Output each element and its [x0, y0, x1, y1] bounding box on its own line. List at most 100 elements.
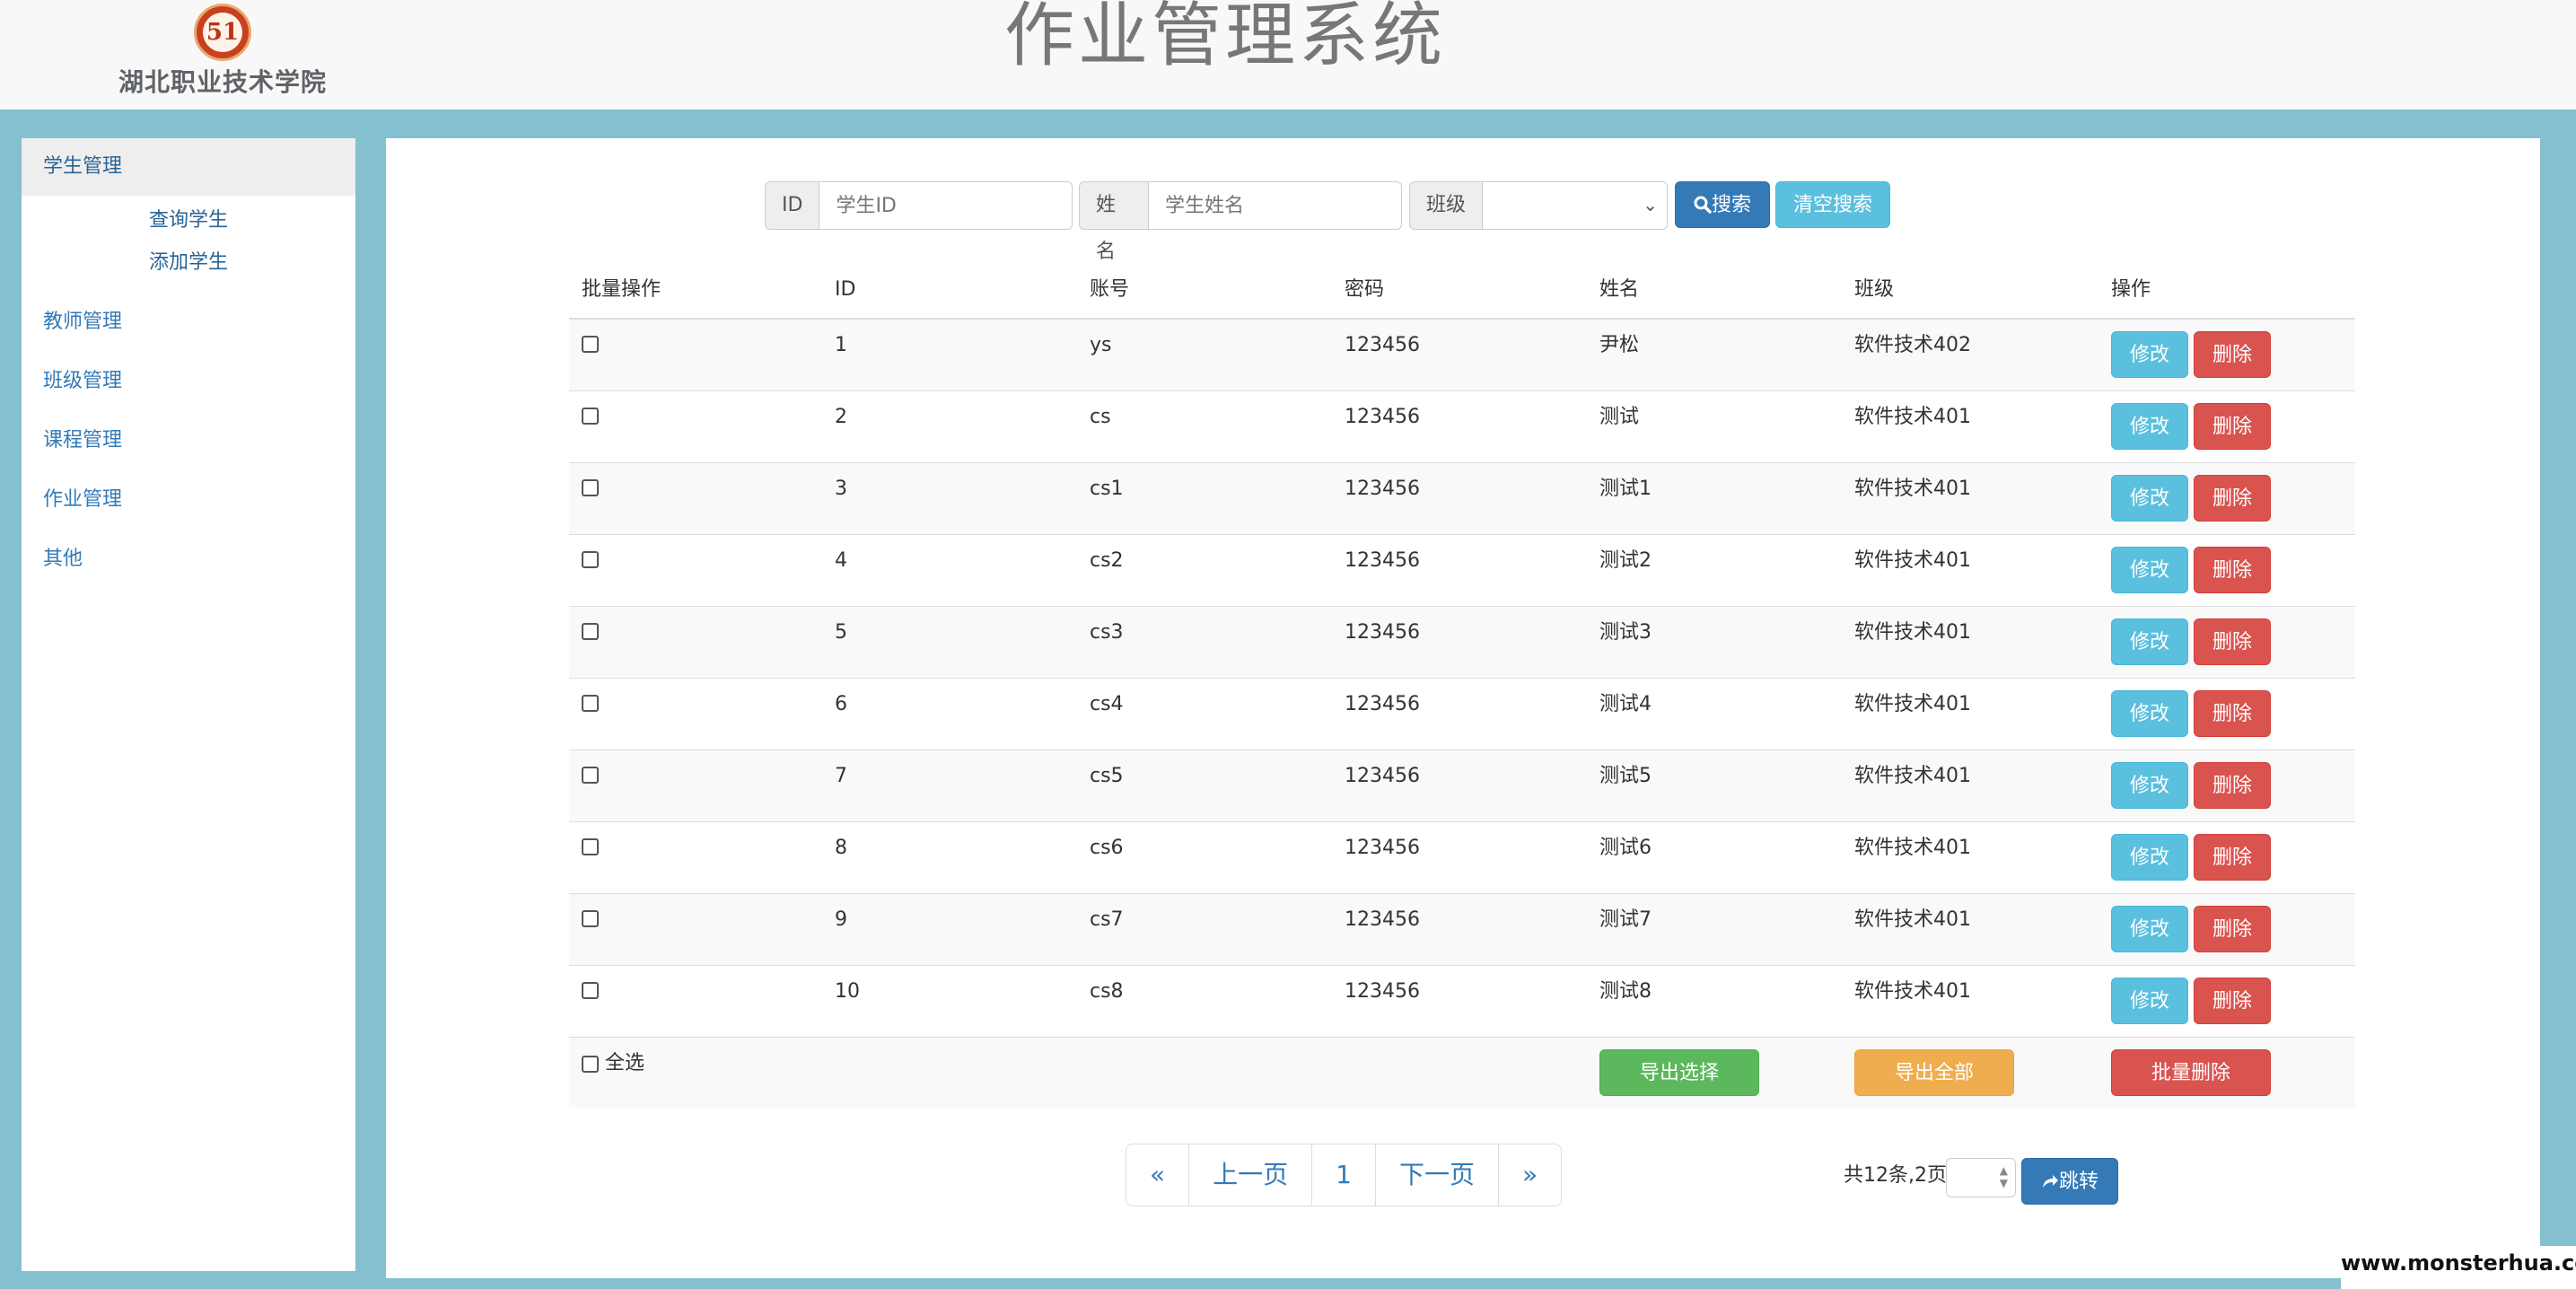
header: 51 湖北职业技术学院 作业管理系统 — [0, 0, 2576, 110]
edit-button[interactable]: 修改 — [2111, 618, 2188, 665]
id-label: ID — [765, 181, 820, 230]
cell-class: 软件技术401 — [1854, 837, 1971, 859]
export-selected-button[interactable]: 导出选择 — [1599, 1049, 1759, 1096]
jump-button[interactable]: 跳转 — [2021, 1158, 2118, 1205]
edit-button[interactable]: 修改 — [2111, 762, 2188, 809]
cell-name: 测试4 — [1599, 693, 1652, 715]
cell-account: cs4 — [1090, 693, 1124, 715]
delete-button[interactable]: 删除 — [2194, 403, 2271, 450]
table-row: 7 cs5 123456 测试5 软件技术401 修改 删除 — [569, 750, 2355, 822]
table-row: 6 cs4 123456 测试4 软件技术401 修改 删除 — [569, 679, 2355, 750]
id-search-input[interactable] — [819, 181, 1073, 230]
row-checkbox[interactable] — [582, 910, 599, 927]
row-checkbox[interactable] — [582, 767, 599, 784]
edit-button[interactable]: 修改 — [2111, 906, 2188, 952]
sidebar: 学生管理 查询学生 添加学生 教师管理 班级管理 课程管理 作业管理 其他 — [22, 138, 355, 1271]
delete-button[interactable]: 删除 — [2194, 690, 2271, 737]
edit-button[interactable]: 修改 — [2111, 403, 2188, 450]
edit-button[interactable]: 修改 — [2111, 690, 2188, 737]
cell-account: cs8 — [1090, 980, 1124, 1003]
page-number-input[interactable]: ▲ ▼ — [1946, 1158, 2016, 1197]
spinner-arrows-icon[interactable]: ▲ ▼ — [2000, 1164, 2008, 1189]
cell-class: 软件技术401 — [1854, 478, 1971, 500]
table-row: 2 cs 123456 测试 软件技术401 修改 删除 — [569, 391, 2355, 463]
jump-button-label: 跳转 — [2058, 1171, 2098, 1193]
table-row: 1 ys 123456 尹松 软件技术402 修改 删除 — [569, 320, 2355, 391]
row-checkbox[interactable] — [582, 838, 599, 855]
sidebar-group-students[interactable]: 学生管理 — [22, 138, 355, 196]
export-all-button[interactable]: 导出全部 — [1854, 1049, 2014, 1096]
cell-class: 软件技术401 — [1854, 621, 1971, 644]
watermark: www.monsterhua.com — [2341, 1246, 2576, 1289]
sidebar-group-classes[interactable]: 班级管理 — [22, 352, 355, 411]
name-input-group: 姓名 — [1079, 181, 1402, 263]
sidebar-item-add-student[interactable]: 添加学生 — [22, 241, 355, 284]
delete-button[interactable]: 删除 — [2194, 475, 2271, 522]
row-checkbox[interactable] — [582, 336, 599, 353]
delete-button[interactable]: 删除 — [2194, 834, 2271, 881]
sidebar-group-courses[interactable]: 课程管理 — [22, 411, 355, 470]
pagination-current[interactable]: 1 — [1312, 1144, 1376, 1206]
edit-button[interactable]: 修改 — [2111, 331, 2188, 378]
cell-class: 软件技术401 — [1854, 980, 1971, 1003]
pagination-prev[interactable]: 上一页 — [1189, 1144, 1313, 1206]
delete-button[interactable]: 删除 — [2194, 906, 2271, 952]
row-checkbox[interactable] — [582, 695, 599, 712]
sidebar-group-other[interactable]: 其他 — [22, 530, 355, 589]
pagination-last[interactable]: » — [1499, 1144, 1561, 1206]
sidebar-group-homework[interactable]: 作业管理 — [22, 470, 355, 530]
cell-id: 3 — [835, 478, 847, 500]
edit-button[interactable]: 修改 — [2111, 475, 2188, 522]
chevron-down-icon: ⌄ — [1643, 194, 1659, 215]
row-checkbox[interactable] — [582, 623, 599, 640]
column-header-class: 班级 — [1854, 278, 1895, 301]
delete-button[interactable]: 删除 — [2194, 762, 2271, 809]
sidebar-item-query-student[interactable]: 查询学生 — [22, 199, 355, 241]
table-header: 批量操作 ID 账号 密码 姓名 班级 操作 — [569, 262, 2355, 320]
cell-name: 测试 — [1599, 406, 1640, 428]
select-all-checkbox[interactable] — [582, 1056, 599, 1073]
edit-button[interactable]: 修改 — [2111, 834, 2188, 881]
sidebar-group-teachers[interactable]: 教师管理 — [22, 293, 355, 352]
row-checkbox[interactable] — [582, 982, 599, 999]
delete-button[interactable]: 删除 — [2194, 547, 2271, 593]
cell-password: 123456 — [1345, 478, 1420, 500]
row-checkbox[interactable] — [582, 479, 599, 496]
cell-account: cs5 — [1090, 765, 1124, 787]
school-logo-glyph: 51 — [203, 13, 242, 52]
search-button[interactable]: 搜索 — [1675, 181, 1770, 228]
cell-account: ys — [1090, 334, 1112, 356]
delete-button[interactable]: 删除 — [2194, 978, 2271, 1024]
school-logo: 51 — [194, 4, 251, 61]
cell-name: 尹松 — [1599, 334, 1640, 356]
class-input-group: 班级 ⌄ — [1409, 181, 1669, 230]
cell-class: 软件技术401 — [1854, 693, 1971, 715]
cell-password: 123456 — [1345, 549, 1420, 572]
row-checkbox[interactable] — [582, 408, 599, 425]
table-footer: 全选 导出选择 导出全部 批量删除 — [569, 1038, 2355, 1108]
edit-button[interactable]: 修改 — [2111, 547, 2188, 593]
table-row: 5 cs3 123456 测试3 软件技术401 修改 删除 — [569, 607, 2355, 679]
cell-account: cs2 — [1090, 549, 1124, 572]
cell-name: 测试8 — [1599, 980, 1652, 1003]
table-row: 8 cs6 123456 测试6 软件技术401 修改 删除 — [569, 822, 2355, 894]
clear-search-button[interactable]: 清空搜索 — [1775, 181, 1890, 228]
pagination: « 上一页 1 下一页 » — [1126, 1144, 1563, 1206]
edit-button[interactable]: 修改 — [2111, 978, 2188, 1024]
pagination-first[interactable]: « — [1126, 1144, 1190, 1206]
cell-password: 123456 — [1345, 334, 1420, 356]
class-select[interactable]: ⌄ — [1483, 181, 1669, 230]
delete-button[interactable]: 删除 — [2194, 618, 2271, 665]
cell-password: 123456 — [1345, 908, 1420, 931]
cell-name: 测试6 — [1599, 837, 1652, 859]
pagination-summary: 共12条,2页 — [1844, 1164, 1947, 1187]
batch-delete-button[interactable]: 批量删除 — [2111, 1049, 2271, 1096]
column-header-name: 姓名 — [1599, 278, 1640, 301]
delete-button[interactable]: 删除 — [2194, 331, 2271, 378]
share-arrow-icon — [2042, 1175, 2058, 1188]
system-title: 作业管理系统 — [1003, 0, 1446, 76]
pagination-next[interactable]: 下一页 — [1376, 1144, 1499, 1206]
cell-id: 1 — [835, 334, 847, 356]
name-search-input[interactable] — [1149, 181, 1402, 230]
row-checkbox[interactable] — [582, 551, 599, 568]
